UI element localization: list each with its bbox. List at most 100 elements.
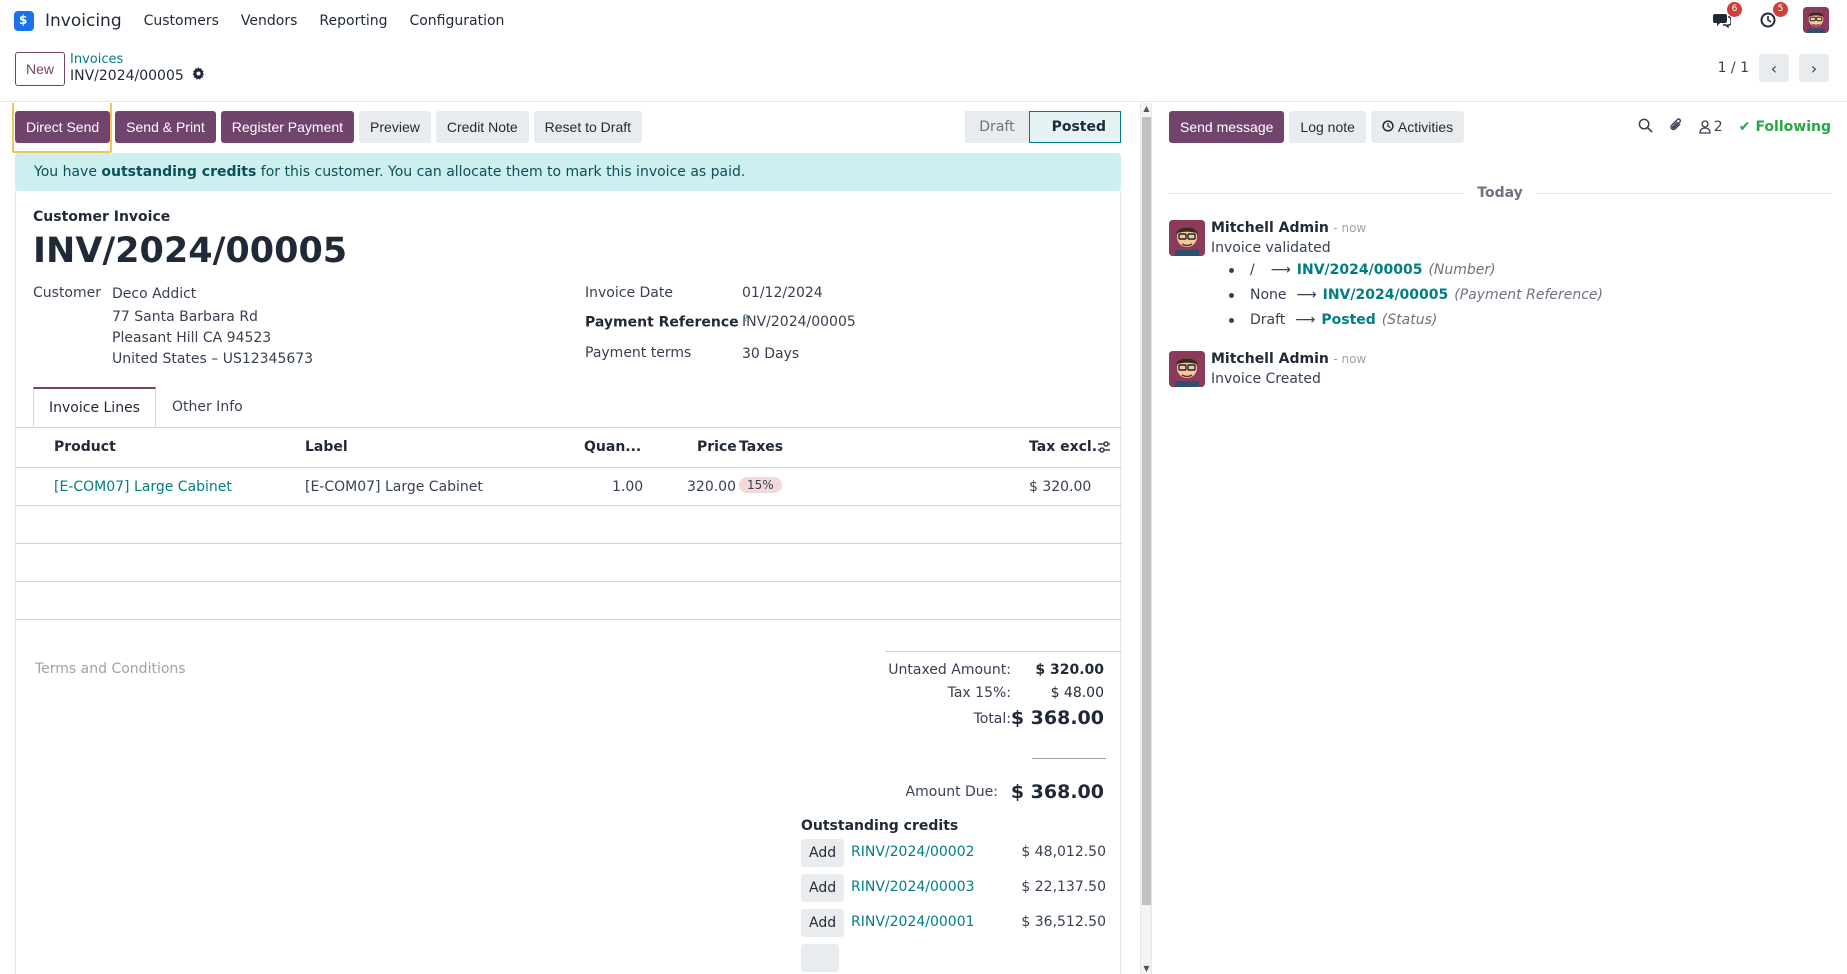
untaxed-amount-label: Untaxed Amount: — [888, 662, 1011, 678]
chatter-message: Mitchell Admin - now Invoice Created — [1169, 351, 1829, 391]
scroll-down-icon[interactable]: ▼ — [1141, 964, 1152, 973]
untaxed-amount-value: $ 320.00 — [1035, 662, 1104, 678]
chatter-actions: Send message Log note Activities — [1169, 111, 1465, 143]
user-icon — [1699, 120, 1711, 134]
status-posted[interactable]: Posted — [1028, 111, 1121, 143]
new-button[interactable]: New — [15, 52, 66, 86]
form-scrollbar[interactable]: ▲ ▼ — [1140, 103, 1152, 974]
date-separator: Today — [1169, 183, 1832, 203]
totals-divider — [885, 651, 1122, 652]
tracking-new: INV/2024/00005 — [1322, 287, 1449, 303]
followers-button[interactable]: 2 — [1699, 119, 1723, 135]
menu-customers[interactable]: Customers — [144, 13, 219, 29]
add-credit-button[interactable]: Add — [801, 909, 845, 937]
scrollbar-thumb[interactable] — [1142, 117, 1151, 905]
menu-reporting[interactable]: Reporting — [319, 13, 387, 29]
line-tax-tag[interactable]: 15% — [739, 477, 782, 493]
tracking-field: (Payment Reference) — [1454, 287, 1604, 303]
col-quantity[interactable]: Quan... — [584, 439, 641, 455]
customer-link[interactable]: Deco Addict — [112, 286, 196, 302]
bullet — [1229, 267, 1234, 273]
status-draft[interactable]: Draft — [965, 111, 1029, 143]
invoice-date-field[interactable]: 01/12/2024 — [742, 285, 823, 301]
tracking-new: Posted — [1321, 312, 1376, 328]
preview-button[interactable]: Preview — [359, 111, 431, 143]
chatter-message: Mitchell Admin - now Invoice validated /… — [1169, 220, 1829, 330]
status-bar: Draft Posted — [965, 111, 1121, 143]
activities-button[interactable]: Activities — [1370, 111, 1465, 143]
col-taxes[interactable]: Taxes — [739, 439, 783, 455]
optional-columns-icon[interactable] — [1097, 440, 1111, 458]
total-label: Total: — [973, 711, 1011, 727]
reset-to-draft-button[interactable]: Reset to Draft — [533, 111, 643, 143]
app-name[interactable]: Invoicing — [45, 11, 122, 31]
gear-icon[interactable] — [192, 67, 205, 84]
messages-icon[interactable]: 6 — [1711, 2, 1742, 31]
form-action-bar: Direct Send Send & Print Register Paymen… — [15, 111, 643, 143]
paperclip-icon[interactable] — [1669, 117, 1683, 137]
pager-previous-icon[interactable]: ‹ — [1759, 54, 1789, 82]
check-icon: ✔ — [1738, 119, 1751, 135]
credit-amount: $ 36,512.50 — [1021, 914, 1106, 930]
register-payment-button[interactable]: Register Payment — [220, 111, 355, 143]
table-row[interactable]: [E-COM07] Large Cabinet [E-COM07] Large … — [16, 468, 1122, 506]
terms-and-conditions-field[interactable]: Terms and Conditions — [35, 661, 186, 677]
outstanding-credits-alert: You have outstanding credits for this cu… — [15, 153, 1121, 191]
line-label[interactable]: [E-COM07] Large Cabinet — [305, 479, 483, 495]
tax-value: $ 48.00 — [1050, 685, 1104, 701]
payment-reference-field[interactable]: INV/2024/00005 — [742, 314, 856, 330]
form-pane: Direct Send Send & Print Register Paymen… — [0, 103, 1125, 974]
bullet — [1229, 292, 1234, 298]
payment-terms-field[interactable]: 30 Days — [742, 346, 799, 362]
credit-ref-link[interactable]: RINV/2024/00002 — [851, 844, 975, 860]
activities-clock-icon[interactable]: 5 — [1757, 2, 1788, 31]
credit-ref-link[interactable]: RINV/2024/00001 — [851, 914, 975, 930]
direct-send-button[interactable]: Direct Send — [15, 111, 111, 143]
total-value: $ 368.00 — [1010, 707, 1104, 729]
message-author[interactable]: Mitchell Admin — [1211, 220, 1329, 236]
col-product[interactable]: Product — [54, 439, 116, 455]
tab-invoice-lines[interactable]: Invoice Lines — [33, 387, 156, 427]
tab-other-info[interactable]: Other Info — [156, 387, 259, 427]
log-note-button[interactable]: Log note — [1289, 111, 1366, 143]
menu-configuration[interactable]: Configuration — [409, 13, 504, 29]
message-author[interactable]: Mitchell Admin — [1211, 351, 1329, 367]
add-credit-button[interactable]: Add — [801, 874, 845, 902]
tracking-value: Draft ⟶ Posted (Status) — [1229, 312, 1437, 328]
line-quantity[interactable]: 1.00 — [612, 479, 643, 495]
address-line-1: 77 Santa Barbara Rd — [112, 309, 258, 325]
add-credit-button[interactable]: Add — [801, 839, 845, 867]
credit-ref-link[interactable]: RINV/2024/00003 — [851, 879, 975, 895]
author-avatar[interactable] — [1169, 351, 1205, 387]
line-price[interactable]: 320.00 — [687, 479, 736, 495]
line-subtotal: $ 320.00 — [1029, 479, 1092, 495]
credit-note-button[interactable]: Credit Note — [435, 111, 529, 143]
outstanding-credit-item: Add RINV/2024/00001 $ 36,512.50 — [801, 909, 1106, 939]
col-price[interactable]: Price — [697, 439, 737, 455]
scroll-up-icon[interactable]: ▲ — [1141, 104, 1152, 113]
line-product[interactable]: [E-COM07] Large Cabinet — [54, 479, 232, 495]
breadcrumb-invoices[interactable]: Invoices — [70, 52, 123, 67]
alert-prefix: You have — [34, 164, 102, 180]
breadcrumb-current: INV/2024/00005 — [70, 67, 205, 84]
col-tax-excl[interactable]: Tax excl. — [1029, 439, 1097, 455]
pager-next-icon[interactable]: › — [1799, 54, 1829, 82]
col-label[interactable]: Label — [305, 439, 348, 455]
address-line-2: Pleasant Hill CA 94523 — [112, 330, 272, 346]
author-avatar[interactable] — [1169, 220, 1205, 256]
pager-value[interactable]: 1 / 1 — [1718, 60, 1749, 76]
tax-label: Tax 15%: — [947, 685, 1011, 701]
search-icon[interactable] — [1638, 118, 1653, 137]
outstanding-credit-item-partial — [801, 944, 1106, 974]
send-message-button[interactable]: Send message — [1169, 111, 1285, 143]
invoicing-app-icon[interactable] — [14, 11, 34, 31]
top-navbar: Invoicing Customers Vendors Reporting Co… — [0, 0, 1847, 42]
add-credit-button-partial[interactable] — [801, 944, 839, 972]
send-print-button[interactable]: Send & Print — [115, 111, 216, 143]
menu-vendors[interactable]: Vendors — [241, 13, 297, 29]
navbar-systray: 6 5 — [1711, 2, 1829, 33]
credit-amount: $ 22,137.50 — [1021, 879, 1106, 895]
user-avatar[interactable] — [1803, 7, 1829, 33]
arrow-right-icon: ⟶ — [1295, 312, 1316, 328]
following-button[interactable]: ✔ Following — [1739, 119, 1831, 135]
